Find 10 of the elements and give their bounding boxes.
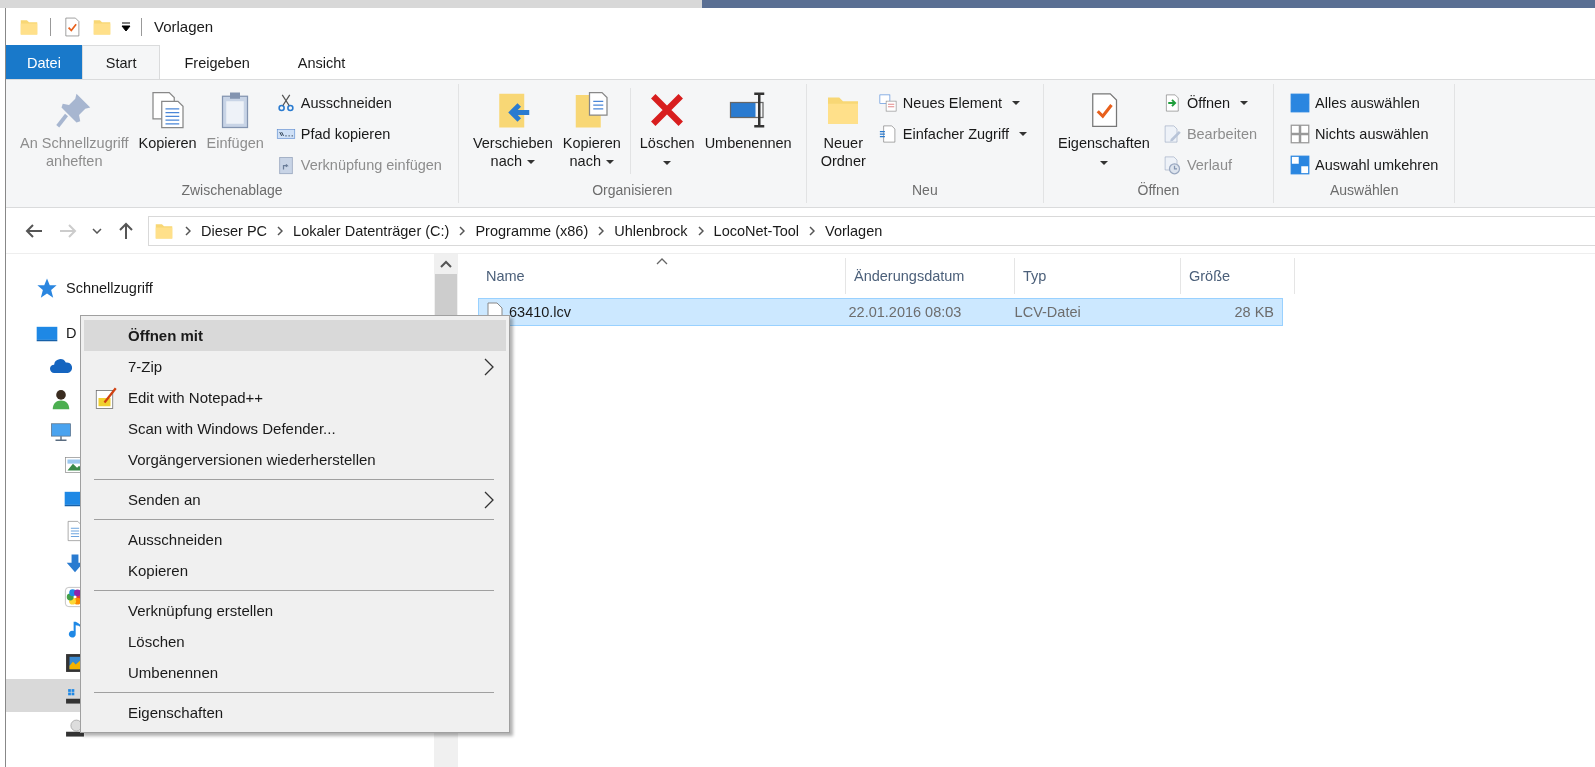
group-label: Neu <box>912 182 938 200</box>
table-cell-text: 22.01.2016 08:03 <box>847 304 963 320</box>
group-label: Öffnen <box>1137 182 1180 200</box>
window-title: Vorlagen <box>154 18 214 35</box>
group-label: Zwischenablage <box>181 182 283 200</box>
group-label: Auswählen <box>1329 182 1399 200</box>
file-name: 63410.lcv <box>509 304 572 320</box>
group-label: Organisieren <box>592 182 673 200</box>
table-cell-text: 28 KB <box>1233 304 1275 320</box>
table-cell-text: LCV-Datei <box>1013 304 1082 320</box>
